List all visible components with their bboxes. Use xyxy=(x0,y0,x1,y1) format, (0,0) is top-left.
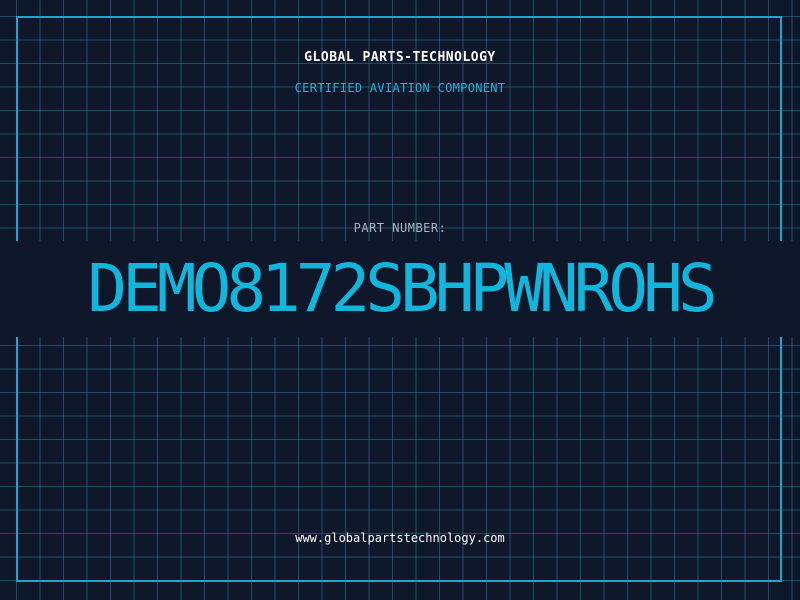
certification-subtitle: CERTIFIED AVIATION COMPONENT xyxy=(294,81,506,95)
part-number-band: DEMO8172SBHPWNROHS xyxy=(0,241,800,337)
part-number-value: DEMO8172SBHPWNROHS xyxy=(87,250,717,327)
company-name: GLOBAL PARTS-TECHNOLOGY xyxy=(304,50,496,65)
website-url: www.globalpartstechnology.com xyxy=(295,531,505,545)
part-label-canvas: GLOBAL PARTS-TECHNOLOGY CERTIFIED AVIATI… xyxy=(0,0,800,600)
part-number-label: PART NUMBER: xyxy=(353,221,447,235)
